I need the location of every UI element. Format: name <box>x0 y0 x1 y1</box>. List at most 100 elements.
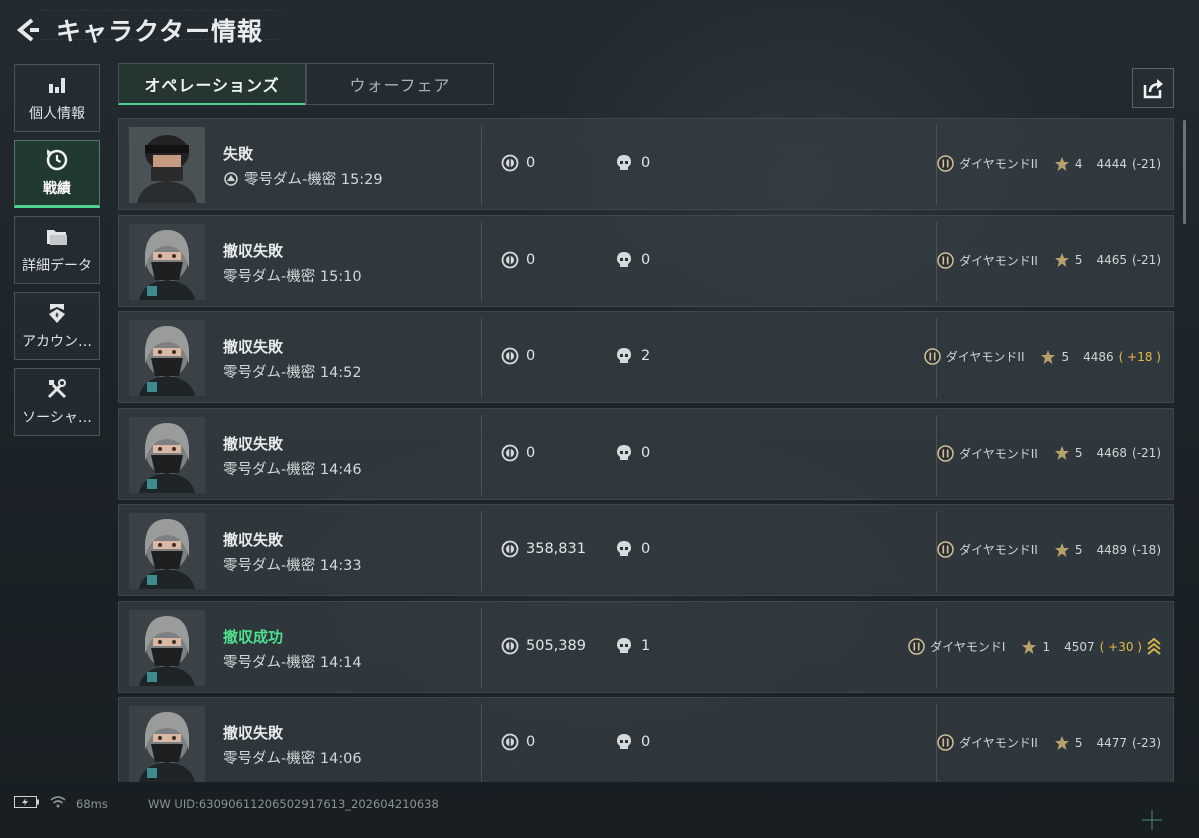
divider <box>481 414 482 495</box>
map-name-time: 零号ダム-機密 14:06 <box>223 751 362 767</box>
tab-operations[interactable]: オペレーションズ <box>118 63 306 105</box>
map-info: 零号ダム-機密 15:10 <box>223 265 362 286</box>
map-name-time: 零号ダム-機密 14:33 <box>223 558 362 574</box>
tools-icon <box>45 377 69 401</box>
star-count: 5 <box>1074 542 1083 557</box>
sidebar-item-battle-record[interactable]: 戦績 <box>14 140 100 208</box>
money-stat: 0 <box>501 733 535 751</box>
tab-warfare[interactable]: ウォーフェア <box>306 63 494 105</box>
back-button[interactable] <box>14 16 42 44</box>
sidebar-item-detailed-data[interactable]: 詳細データ <box>14 216 100 284</box>
money-value: 0 <box>526 348 536 364</box>
score-delta: (-18) <box>1132 542 1161 557</box>
map-name-time: 零号ダム-機密 14:52 <box>223 365 362 381</box>
coin-icon <box>501 637 519 654</box>
sidebar-item-personal-info[interactable]: 個人情報 <box>14 64 100 132</box>
share-button[interactable] <box>1132 68 1174 108</box>
match-row[interactable]: 撤収成功 零号ダム-機密 14:14 505,389 1 ダイヤモンドI 1 4… <box>118 600 1174 693</box>
rank-badge-icon <box>937 251 954 269</box>
coin-icon <box>501 347 519 365</box>
rank-score: 4468 <box>1096 446 1128 460</box>
ping-text: 68ms <box>76 796 108 811</box>
operator-portrait <box>129 320 205 396</box>
kills-value: 0 <box>641 734 651 750</box>
score-delta: (-21) <box>1132 156 1161 171</box>
rank-badge-icon <box>937 541 954 558</box>
kills-stat: 0 <box>616 733 650 751</box>
wifi-icon <box>50 796 66 811</box>
match-result: 撤収失敗 <box>223 724 284 742</box>
match-result: 撤収失敗 <box>223 241 284 260</box>
score-delta: (-21) <box>1132 446 1161 460</box>
rank-name: ダイヤモンドII <box>959 446 1038 461</box>
share-icon <box>1143 79 1163 99</box>
rank-badge-icon <box>937 444 954 462</box>
skull-icon <box>617 348 631 363</box>
scrollbar[interactable] <box>1183 120 1186 224</box>
operator-portrait <box>129 513 205 589</box>
operator-portrait <box>129 127 205 203</box>
kills-stat: 1 <box>616 637 650 655</box>
map-info: 零号ダム-機密 14:14 <box>223 651 362 672</box>
match-row[interactable]: 失敗 零号ダム-機密 15:29 0 0 ダイヤモンドII 4 4444 (-21… <box>118 118 1174 210</box>
map-info: 零号ダム-機密 14:06 <box>223 747 362 768</box>
rank-name: ダイヤモンドII <box>959 543 1038 557</box>
skull-icon <box>617 251 631 267</box>
star-count: 5 <box>1061 349 1070 364</box>
rank-name: ダイヤモンドII <box>959 157 1038 171</box>
rank-badge-icon <box>937 155 954 172</box>
money-value: 0 <box>526 155 536 171</box>
operator-avatar <box>129 223 205 300</box>
mode-tabs: オペレーションズ ウォーフェア <box>118 63 494 105</box>
kills-stat: 0 <box>616 540 650 558</box>
operator-avatar <box>129 609 205 686</box>
match-result: 撤収成功 <box>223 627 284 646</box>
divider <box>481 221 482 302</box>
kills-value: 2 <box>641 348 651 364</box>
rank-name: ダイヤモンドI <box>930 640 1006 654</box>
rank-info: ダイヤモンドII 5 4465 (-21) <box>937 251 1161 269</box>
skull-icon <box>617 444 631 460</box>
bar-chart-icon <box>45 73 69 97</box>
match-row[interactable]: 撤収失敗 零号ダム-機密 15:10 0 0 ダイヤモンドII 5 4465 (-… <box>118 214 1174 307</box>
sidebar-item-label: ソーシャ… <box>22 410 92 426</box>
sidebar-item-label: 戦績 <box>43 181 71 197</box>
match-row[interactable]: 撤収失敗 零号ダム-機密 14:06 0 0 ダイヤモンドII 5 4477 (-… <box>118 697 1174 782</box>
sidebar-item-account[interactable]: アカウン… <box>14 292 100 360</box>
battery-icon <box>14 796 40 811</box>
sidebar-item-social[interactable]: ソーシャ… <box>14 368 100 436</box>
operator-avatar <box>129 706 205 782</box>
map-name-time: 零号ダム-機密 15:10 <box>223 268 362 285</box>
money-value: 0 <box>526 251 536 268</box>
rank-score: 4507 <box>1064 639 1095 654</box>
rank-score: 4444 <box>1096 156 1128 171</box>
kills-value: 0 <box>641 155 651 171</box>
match-result: 撤収失敗 <box>223 338 284 356</box>
money-stat: 0 <box>501 444 535 462</box>
skull-icon <box>617 734 631 749</box>
match-row[interactable]: 撤収失敗 零号ダム-機密 14:33 358,831 0 ダイヤモンドII 5 … <box>118 504 1174 596</box>
money-stat: 0 <box>501 347 535 365</box>
money-stat: 0 <box>501 251 535 269</box>
clock-icon <box>45 148 69 172</box>
operator-avatar <box>129 127 205 203</box>
divider <box>481 125 482 205</box>
promotion-chevron-icon <box>1147 637 1161 655</box>
rank-badge-icon <box>924 348 941 365</box>
rank-score: 4477 <box>1096 735 1128 750</box>
star-count: 5 <box>1074 253 1083 267</box>
score-delta: ( +30 ) <box>1099 639 1142 654</box>
match-history-list[interactable]: 失敗 零号ダム-機密 15:29 0 0 ダイヤモンドII 4 4444 (-21… <box>118 118 1176 782</box>
rank-info: ダイヤモンドII 5 4486 ( +18 ) <box>924 348 1161 365</box>
skull-icon <box>617 637 631 653</box>
rank-badge-icon <box>937 734 954 751</box>
rank-score: 4489 <box>1096 542 1128 557</box>
rank-badge-icon <box>908 638 926 655</box>
money-stat: 505,389 <box>501 637 586 655</box>
rank-score: 4465 <box>1096 253 1128 267</box>
rank-info: ダイヤモンドII 5 4489 (-18) <box>937 541 1161 558</box>
header: キャラクター情報 <box>14 12 263 48</box>
match-row[interactable]: 撤収失敗 零号ダム-機密 14:46 0 0 ダイヤモンドII 5 4468 (-… <box>118 407 1174 500</box>
match-row[interactable]: 撤収失敗 零号ダム-機密 14:52 0 2 ダイヤモンドII 5 4486 ( … <box>118 311 1174 403</box>
star-count: 1 <box>1042 639 1051 654</box>
